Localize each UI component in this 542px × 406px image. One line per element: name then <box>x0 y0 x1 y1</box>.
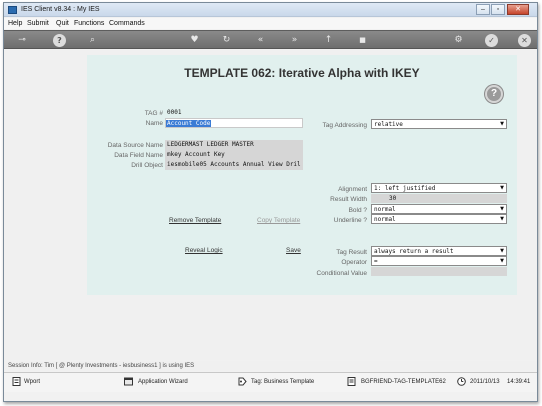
maximize-button[interactable]: ▫ <box>491 4 505 15</box>
document-icon <box>347 377 356 386</box>
app-window: IES Client v8.34 : My IES – ▫ ✕ Help Sub… <box>3 2 538 402</box>
tag-label: TAG # <box>144 110 163 117</box>
name-field[interactable]: Account Code <box>165 118 303 128</box>
key-icon[interactable]: ⊸ <box>12 34 32 47</box>
name-label: Name <box>145 120 163 127</box>
status-date: 2011/10/13 <box>470 379 500 385</box>
workspace: TEMPLATE 062: Iterative Alpha with IKEY … <box>4 50 537 360</box>
bold-select[interactable]: normal ▼ <box>371 204 507 214</box>
session-info: Session Info: Tim [ @ Plenty Investments… <box>4 361 537 371</box>
underline-value: normal <box>374 216 396 223</box>
data-source-label: Data Source Name <box>107 142 163 149</box>
bold-label: Bold ? <box>348 207 367 214</box>
help-icon[interactable]: ? <box>53 34 66 47</box>
data-field-label: Data Field Name <box>114 152 163 159</box>
drill-object-value: iesmobile05 Accounts Annual View Dril <box>165 160 303 170</box>
clock-icon <box>457 377 466 386</box>
menu-submit[interactable]: Submit <box>27 20 49 27</box>
tag-addressing-select[interactable]: relative ▼ <box>371 119 507 129</box>
app-logo-icon <box>8 6 17 14</box>
tag-result-label: Tag Result <box>336 249 367 256</box>
tag-addressing-label: Tag Addressing <box>322 122 367 129</box>
tag-result-value: always return a result <box>374 248 454 255</box>
underline-label: Underline ? <box>333 217 367 224</box>
close-window-button[interactable]: ✕ <box>507 4 529 15</box>
page-title: TEMPLATE 062: Iterative Alpha with IKEY <box>184 66 420 80</box>
tag-status-label: Tag: Business Template <box>251 379 315 385</box>
alignment-select[interactable]: 1: left justified ▼ <box>371 183 507 193</box>
reveal-logic-link[interactable]: Reveal Logic <box>185 247 223 254</box>
minimize-button[interactable]: – <box>476 4 490 15</box>
alignment-label: Alignment <box>338 186 367 193</box>
tag-icon <box>238 377 247 386</box>
alignment-value: 1: left justified <box>374 185 436 192</box>
operator-label: Operator <box>341 259 367 266</box>
name-field-value: Account Code <box>166 120 212 127</box>
underline-select[interactable]: normal ▼ <box>371 214 507 224</box>
tag-result-select[interactable]: always return a result ▼ <box>371 246 507 256</box>
chevron-down-icon: ▼ <box>500 248 504 254</box>
title-bar: IES Client v8.34 : My IES – ▫ ✕ <box>4 3 537 17</box>
rewind-icon[interactable]: « <box>254 34 267 47</box>
data-source-value: LEDGERMAST LEDGER MASTER <box>165 140 303 150</box>
menu-help[interactable]: Help <box>8 20 22 27</box>
chevron-down-icon: ▼ <box>500 185 504 191</box>
template-panel: TEMPLATE 062: Iterative Alpha with IKEY … <box>87 55 517 295</box>
chevron-down-icon: ▼ <box>500 216 504 222</box>
chevron-down-icon: ▼ <box>500 258 504 264</box>
window-title: IES Client v8.34 : My IES <box>21 6 100 13</box>
application-wizard-label[interactable]: Application Wizard <box>138 378 188 387</box>
operator-value: = <box>374 258 378 265</box>
fast-forward-icon[interactable]: » <box>288 34 301 47</box>
settings-icon[interactable]: ⚙ <box>452 34 465 47</box>
stop-icon[interactable]: ■ <box>356 34 369 47</box>
conditional-value-label: Conditional Value <box>316 270 367 277</box>
toolbar: ⊸ ? ⌕ ♥ ↻ « » ↑ ■ ⚙ ✓ ✕ <box>4 30 537 49</box>
conditional-value-field[interactable] <box>371 267 507 276</box>
search-icon[interactable]: ⌕ <box>86 34 99 47</box>
operator-select[interactable]: = ▼ <box>371 256 507 266</box>
menu-functions[interactable]: Functions <box>74 20 104 27</box>
wport-icon[interactable] <box>12 377 21 386</box>
wport-label[interactable]: Wport <box>24 378 40 387</box>
bold-value: normal <box>374 206 396 213</box>
menu-quit[interactable]: Quit <box>56 20 69 27</box>
menu-bar: Help Submit Quit Functions Commands <box>4 18 537 29</box>
tag-number: 0001 <box>167 109 182 116</box>
drill-object-label: Drill Object <box>131 162 163 169</box>
menu-commands[interactable]: Commands <box>109 20 145 27</box>
status-time: 14:39:41 <box>507 379 531 385</box>
heart-icon[interactable]: ♥ <box>188 34 201 47</box>
status-bar: Wport Application Wizard Tag: Business T… <box>4 372 537 392</box>
wizard-icon[interactable] <box>124 377 133 386</box>
refresh-icon[interactable]: ↻ <box>220 34 233 47</box>
result-width-value: 30 <box>371 194 507 203</box>
chevron-down-icon: ▼ <box>500 121 504 127</box>
upload-icon[interactable]: ↑ <box>322 34 335 47</box>
help-circle-icon[interactable]: ? <box>485 85 503 103</box>
friend-template-label: BGFRIEND-TAG-TEMPLATE62 <box>361 379 446 385</box>
check-icon[interactable]: ✓ <box>485 34 498 47</box>
chevron-down-icon: ▼ <box>500 206 504 212</box>
result-width-label: Result Width <box>330 196 367 203</box>
data-field-value: mkey Account Key <box>165 150 303 160</box>
tag-addressing-value: relative <box>374 121 403 128</box>
remove-template-link[interactable]: Remove Template <box>169 217 221 224</box>
close-icon[interactable]: ✕ <box>518 34 531 47</box>
